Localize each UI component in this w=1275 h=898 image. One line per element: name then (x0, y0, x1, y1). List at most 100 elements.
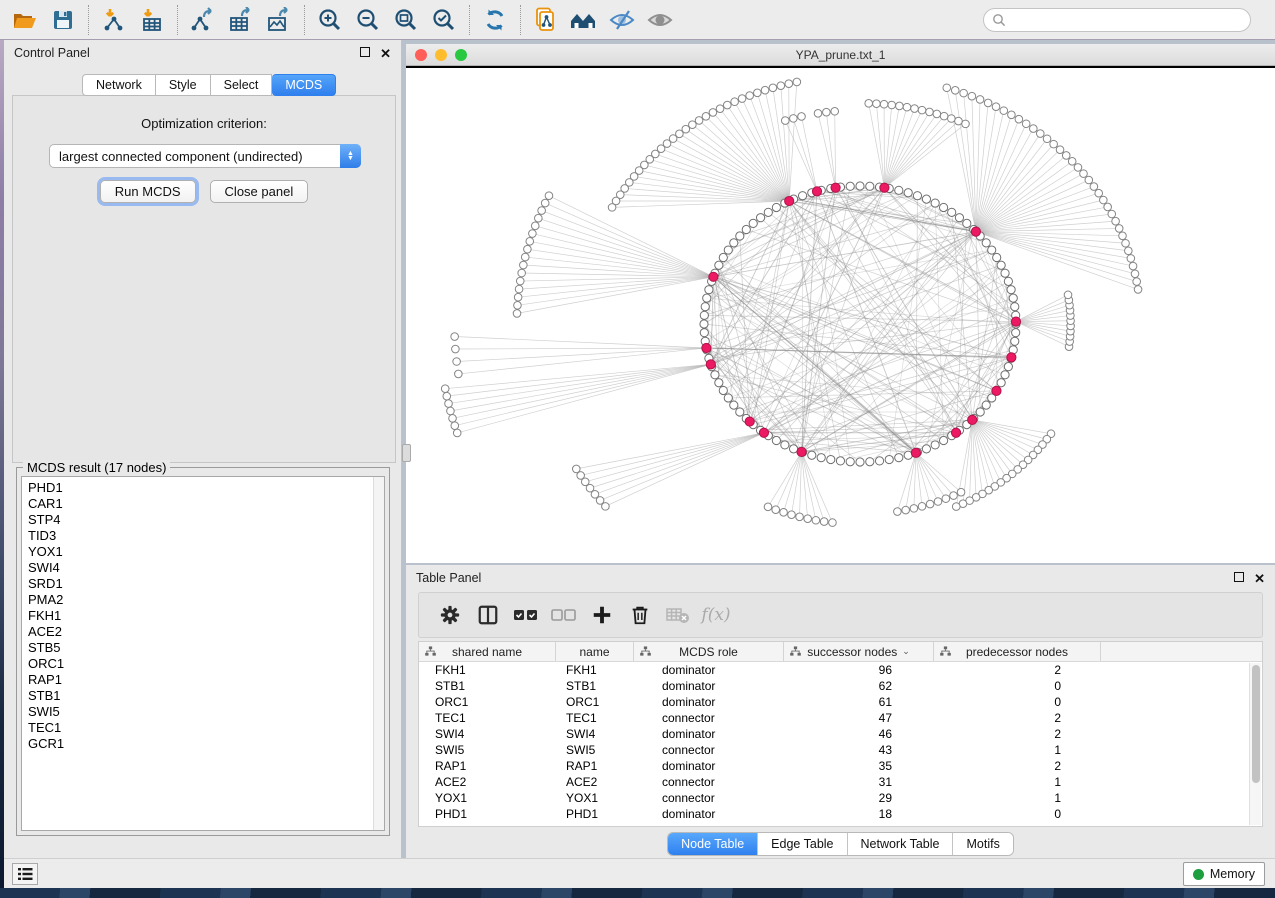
leaf-node[interactable] (761, 86, 769, 94)
leaf-node[interactable] (520, 261, 528, 269)
mcds-result-item[interactable]: RAP1 (28, 672, 384, 688)
ring-node[interactable] (1001, 269, 1009, 277)
mcds-hub-node[interactable] (785, 196, 794, 205)
leaf-node[interactable] (926, 108, 934, 116)
ring-node[interactable] (846, 182, 854, 190)
leaf-node[interactable] (1036, 130, 1044, 138)
mcds-result-item[interactable]: CAR1 (28, 496, 384, 512)
leaf-node[interactable] (962, 120, 970, 128)
delete-column-trash-icon[interactable] (623, 597, 657, 633)
leaf-node[interactable] (812, 516, 820, 524)
mcds-hub-node[interactable] (706, 360, 715, 369)
leaf-node[interactable] (873, 100, 881, 108)
leaf-node[interactable] (443, 392, 451, 400)
hide-graphics-details-icon[interactable] (603, 3, 641, 37)
tab-select[interactable]: Select (211, 74, 273, 96)
mcds-hub-node[interactable] (880, 183, 889, 192)
mcds-hub-node[interactable] (702, 343, 711, 352)
leaf-node[interactable] (896, 102, 904, 110)
leaf-node[interactable] (1062, 152, 1070, 160)
criterion-dropdown[interactable]: largest connected component (undirected)… (49, 144, 361, 168)
mcds-hub-node[interactable] (745, 417, 754, 426)
leaf-node[interactable] (1056, 146, 1064, 154)
mcds-result-item[interactable]: STB5 (28, 640, 384, 656)
ring-node[interactable] (1007, 286, 1015, 294)
leaf-node[interactable] (790, 115, 798, 123)
mcds-result-item[interactable]: PMA2 (28, 592, 384, 608)
mcds-result-item[interactable]: FKH1 (28, 608, 384, 624)
leaf-node[interactable] (447, 407, 455, 415)
tab-edge-table[interactable]: Edge Table (757, 833, 846, 855)
show-graphics-details-icon[interactable] (641, 3, 679, 37)
ring-node[interactable] (1011, 303, 1019, 311)
leaf-node[interactable] (521, 253, 529, 261)
table-row[interactable]: SWI5SWI5connector431 (419, 742, 1262, 758)
leaf-node[interactable] (865, 100, 873, 108)
leaf-node[interactable] (702, 113, 710, 121)
leaf-node[interactable] (888, 101, 896, 109)
ring-node[interactable] (1001, 371, 1009, 379)
control-panel-close-button[interactable]: ✕ (380, 47, 391, 60)
mcds-hub-node[interactable] (812, 187, 821, 196)
ring-node[interactable] (700, 311, 708, 319)
ring-node[interactable] (895, 186, 903, 194)
ring-node[interactable] (756, 214, 764, 222)
ring-node[interactable] (705, 286, 713, 294)
ring-node[interactable] (836, 457, 844, 465)
run-mcds-button[interactable]: Run MCDS (100, 180, 196, 203)
ring-node[interactable] (939, 203, 947, 211)
ring-node[interactable] (866, 458, 874, 466)
leaf-node[interactable] (1119, 232, 1127, 240)
ring-node[interactable] (922, 195, 930, 203)
mcds-hub-node[interactable] (831, 183, 840, 192)
ring-node[interactable] (817, 454, 825, 462)
leaf-node[interactable] (764, 503, 772, 511)
control-panel-float-button[interactable] (360, 47, 370, 59)
leaf-node[interactable] (1125, 247, 1133, 255)
ring-node[interactable] (1004, 277, 1012, 285)
ring-node[interactable] (789, 445, 797, 453)
network-search-box[interactable] (983, 8, 1251, 32)
table-row[interactable]: STB1STB1dominator620 (419, 678, 1262, 694)
ring-node[interactable] (895, 454, 903, 462)
leaf-node[interactable] (695, 117, 703, 125)
leaf-node[interactable] (955, 117, 963, 125)
splitter-grip[interactable] (402, 444, 411, 462)
leaf-node[interactable] (976, 96, 984, 104)
table-row[interactable]: ACE2ACE2connector311 (419, 774, 1262, 790)
mcds-result-item[interactable]: PHD1 (28, 480, 384, 496)
leaf-node[interactable] (968, 92, 976, 100)
leaf-node[interactable] (746, 92, 754, 100)
mcds-hub-node[interactable] (1011, 317, 1020, 326)
leaf-node[interactable] (455, 370, 463, 378)
ring-node[interactable] (742, 225, 750, 233)
network-from-selection-icon[interactable] (527, 3, 565, 37)
leaf-node[interactable] (942, 495, 950, 503)
table-row[interactable]: PHD1PHD1dominator180 (419, 806, 1262, 822)
window-minimize-icon[interactable] (435, 49, 447, 61)
ring-node[interactable] (700, 329, 708, 337)
ring-node[interactable] (948, 208, 956, 216)
ring-node[interactable] (856, 182, 864, 190)
leaf-node[interactable] (1115, 225, 1123, 233)
leaf-node[interactable] (992, 103, 1000, 111)
mcds-hub-node[interactable] (951, 428, 960, 437)
ring-node[interactable] (711, 371, 719, 379)
leaf-node[interactable] (514, 301, 522, 309)
ring-node[interactable] (856, 458, 864, 466)
ring-node[interactable] (715, 261, 723, 269)
mcds-result-item[interactable]: STB1 (28, 688, 384, 704)
table-panel-close-button[interactable]: ✕ (1254, 572, 1265, 585)
ring-node[interactable] (1012, 329, 1020, 337)
ring-node[interactable] (846, 458, 854, 466)
leaf-node[interactable] (960, 89, 968, 97)
ring-node[interactable] (976, 408, 984, 416)
leaf-node[interactable] (514, 293, 522, 301)
column-header-successor-nodes[interactable]: successor nodes⌄ (784, 642, 934, 661)
column-header-MCDS-role[interactable]: MCDS role (634, 642, 784, 661)
export-network-icon[interactable] (184, 3, 222, 37)
leaf-node[interactable] (1108, 210, 1116, 218)
mcds-hub-node[interactable] (797, 447, 806, 456)
leaf-node[interactable] (445, 400, 453, 408)
leaf-node[interactable] (1090, 183, 1098, 191)
